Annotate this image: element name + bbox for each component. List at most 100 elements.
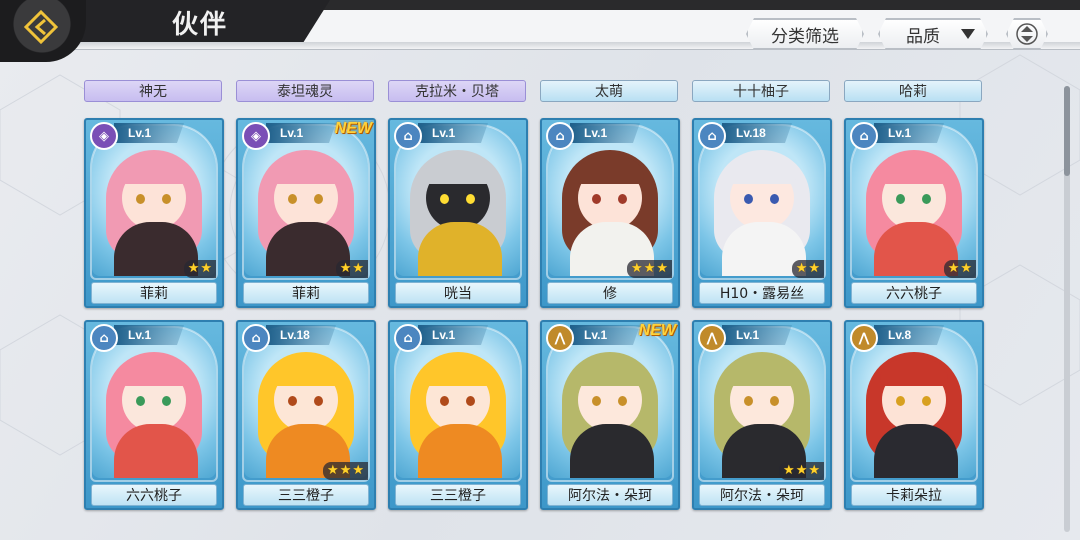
character-portrait: [700, 126, 824, 276]
partner-card[interactable]: ⌂ Lv.1 六六桃子: [84, 320, 224, 510]
partner-card[interactable]: ⋀ Lv.1 NEW 阿尔法・朵珂: [540, 320, 680, 510]
level-label: Lv.1: [418, 325, 488, 345]
scrollbar-thumb[interactable]: [1064, 86, 1070, 176]
partial-card-name[interactable]: 哈莉: [844, 80, 982, 102]
star-icon: ★: [200, 261, 212, 276]
star-icon: ★: [339, 261, 352, 276]
partial-card-name[interactable]: 十十柚子: [692, 80, 830, 102]
level-label: Lv.1: [570, 123, 640, 143]
star-icon: ★: [808, 463, 820, 478]
class-icon: ⌂: [698, 122, 726, 150]
partner-card[interactable]: ⌂ Lv.18 ★ ★ ★ 三三橙子: [236, 320, 376, 510]
partner-card[interactable]: ◈ Lv.1 NEW ★ ★ 菲莉: [236, 118, 376, 308]
partner-card[interactable]: ⌂ Lv.1 三三橙子: [388, 320, 528, 510]
star-rating: ★ ★: [791, 260, 824, 278]
character-portrait: [852, 328, 976, 478]
class-icon: ◈: [242, 122, 270, 150]
character-portrait: [548, 328, 672, 478]
star-icon: ★: [960, 261, 972, 276]
star-icon: ★: [352, 261, 364, 276]
level-label: Lv.1: [266, 123, 336, 143]
character-portrait: [396, 126, 520, 276]
filter-button[interactable]: 分类筛选: [746, 18, 864, 50]
star-icon: ★: [795, 261, 808, 276]
scrollbar[interactable]: [1064, 86, 1070, 532]
new-badge: NEW: [638, 322, 676, 339]
character-name: 阿尔法・朵珂: [699, 484, 825, 506]
back-button[interactable]: [0, 0, 86, 62]
star-rating: ★ ★ ★: [627, 260, 672, 278]
character-name: 卡莉朵拉: [851, 484, 977, 506]
character-name: 三三橙子: [395, 484, 521, 506]
partial-card-name[interactable]: 泰坦魂灵: [236, 80, 374, 102]
quality-dropdown-label: 品质: [906, 26, 940, 47]
sort-arrows-icon: [1016, 23, 1038, 45]
character-portrait: [92, 126, 216, 276]
star-rating: ★ ★: [943, 260, 976, 278]
character-portrait: [92, 328, 216, 478]
star-icon: ★: [339, 463, 352, 478]
partner-card[interactable]: ◈ Lv.1 ★ ★ 菲莉: [84, 118, 224, 308]
class-icon: ◈: [90, 122, 118, 150]
star-icon: ★: [656, 261, 668, 276]
character-portrait: [244, 328, 368, 478]
partial-card-name[interactable]: 神无: [84, 80, 222, 102]
star-icon: ★: [643, 261, 656, 276]
level-label: Lv.1: [418, 123, 488, 143]
class-icon: ⌂: [850, 122, 878, 150]
star-icon: ★: [795, 463, 808, 478]
class-icon: ⌂: [546, 122, 574, 150]
star-rating: ★ ★ ★: [323, 462, 368, 480]
quality-dropdown[interactable]: 品质: [878, 18, 988, 50]
class-icon: ⌂: [394, 122, 422, 150]
class-icon: ⌂: [394, 324, 422, 352]
character-name: 阿尔法・朵珂: [547, 484, 673, 506]
partner-card[interactable]: ⌂ Lv.18 ★ ★ H10・露易丝: [692, 118, 832, 308]
character-name: 菲莉: [91, 282, 217, 304]
character-portrait: [548, 126, 672, 276]
star-icon: ★: [947, 261, 960, 276]
character-name: 六六桃子: [91, 484, 217, 506]
star-rating: ★ ★ ★: [779, 462, 824, 480]
partner-card[interactable]: ⋀ Lv.8 卡莉朵拉: [844, 320, 984, 510]
back-arrow-icon: [24, 10, 58, 44]
star-rating: ★ ★: [183, 260, 216, 278]
partner-card[interactable]: ⌂ Lv.1 ★ ★ ★ 修: [540, 118, 680, 308]
level-label: Lv.1: [722, 325, 792, 345]
character-name: 三三橙子: [243, 484, 369, 506]
partner-card[interactable]: ⋀ Lv.1 ★ ★ ★ 阿尔法・朵珂: [692, 320, 832, 510]
level-label: Lv.18: [722, 123, 792, 143]
level-label: Lv.8: [874, 325, 944, 345]
level-label: Lv.18: [266, 325, 336, 345]
character-name: 咣当: [395, 282, 521, 304]
level-label: Lv.1: [570, 325, 640, 345]
sort-order-button[interactable]: [1006, 18, 1048, 50]
star-icon: ★: [631, 261, 643, 276]
page-title: 伙伴: [172, 10, 229, 40]
class-icon: ⋀: [850, 324, 878, 352]
level-label: Lv.1: [114, 123, 184, 143]
character-portrait: [396, 328, 520, 478]
star-icon: ★: [808, 261, 820, 276]
filter-button-label: 分类筛选: [771, 26, 839, 47]
chevron-down-icon: [960, 28, 976, 40]
partner-card[interactable]: ⌂ Lv.1 ★ ★ 六六桃子: [844, 118, 984, 308]
character-name: 修: [547, 282, 673, 304]
star-rating: ★ ★: [335, 260, 368, 278]
new-badge: NEW: [334, 120, 372, 137]
character-name: H10・露易丝: [699, 282, 825, 304]
partial-card-name[interactable]: 太萌: [540, 80, 678, 102]
level-label: Lv.1: [874, 123, 944, 143]
class-icon: ⋀: [698, 324, 726, 352]
top-header: 伙伴 分类筛选 品质: [0, 0, 1080, 62]
star-icon: ★: [327, 463, 339, 478]
partner-card[interactable]: ⌂ Lv.1 咣当: [388, 118, 528, 308]
star-icon: ★: [187, 261, 200, 276]
character-name: 菲莉: [243, 282, 369, 304]
character-portrait: [852, 126, 976, 276]
partner-grid: 神无 泰坦魂灵 克拉米・贝塔 太萌 十十柚子 哈莉 ◈ Lv.1 ★ ★ 菲莉 ◈ Lv.1…: [84, 74, 984, 540]
character-name: 六六桃子: [851, 282, 977, 304]
partial-card-name[interactable]: 克拉米・贝塔: [388, 80, 526, 102]
class-icon: ⌂: [242, 324, 270, 352]
class-icon: ⋀: [546, 324, 574, 352]
